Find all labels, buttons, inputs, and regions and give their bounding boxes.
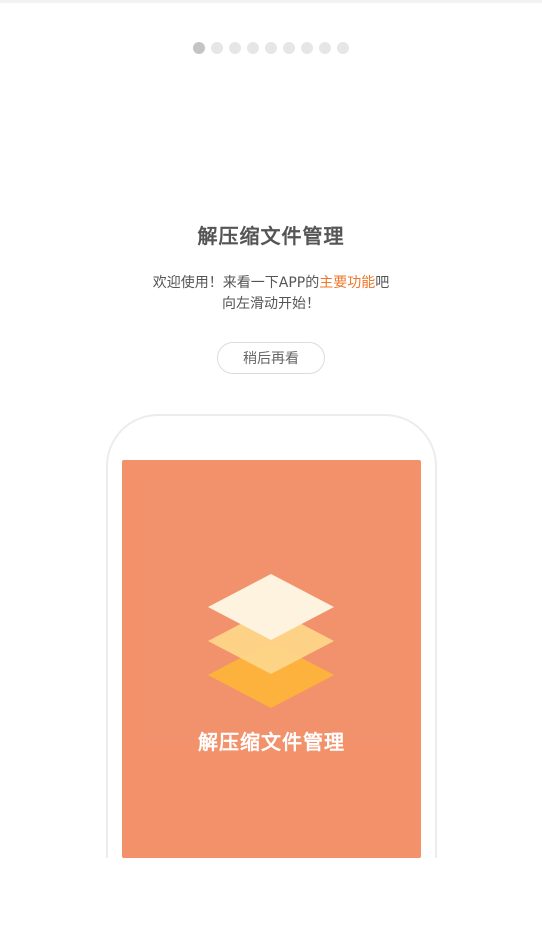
intro-title: 解压缩文件管理 (197, 224, 345, 248)
intro-line-1: 欢迎使用！来看一下APP的主要功能吧 (0, 273, 542, 294)
layer-top (208, 574, 334, 640)
page-indicator (0, 42, 542, 54)
phone-screen-preview: 解压缩文件管理 (122, 460, 421, 858)
page-dot-2 (211, 42, 223, 54)
page-dot-7 (301, 42, 313, 54)
page-dot-8 (319, 42, 331, 54)
layers-logo-icon (208, 574, 334, 708)
page-dot-9 (337, 42, 349, 54)
intro-line-1-prefix: 欢迎使用！来看一下APP的 (152, 275, 320, 291)
status-divider (0, 0, 542, 3)
view-later-button[interactable]: 稍后再看 (217, 342, 325, 374)
intro-line-1-suffix: 吧 (375, 275, 390, 291)
splash-title: 解压缩文件管理 (198, 730, 345, 754)
bottom-fade (0, 858, 542, 944)
intro-line-2: 向左滑动开始！ (222, 296, 320, 312)
page-dot-1 (193, 42, 205, 54)
page-dot-5 (265, 42, 277, 54)
page-dot-4 (247, 42, 259, 54)
page-dot-6 (283, 42, 295, 54)
page-dot-3 (229, 42, 241, 54)
intro-description: 欢迎使用！来看一下APP的主要功能吧 向左滑动开始！ (0, 273, 542, 315)
intro-line-1-highlight: 主要功能 (319, 275, 376, 291)
